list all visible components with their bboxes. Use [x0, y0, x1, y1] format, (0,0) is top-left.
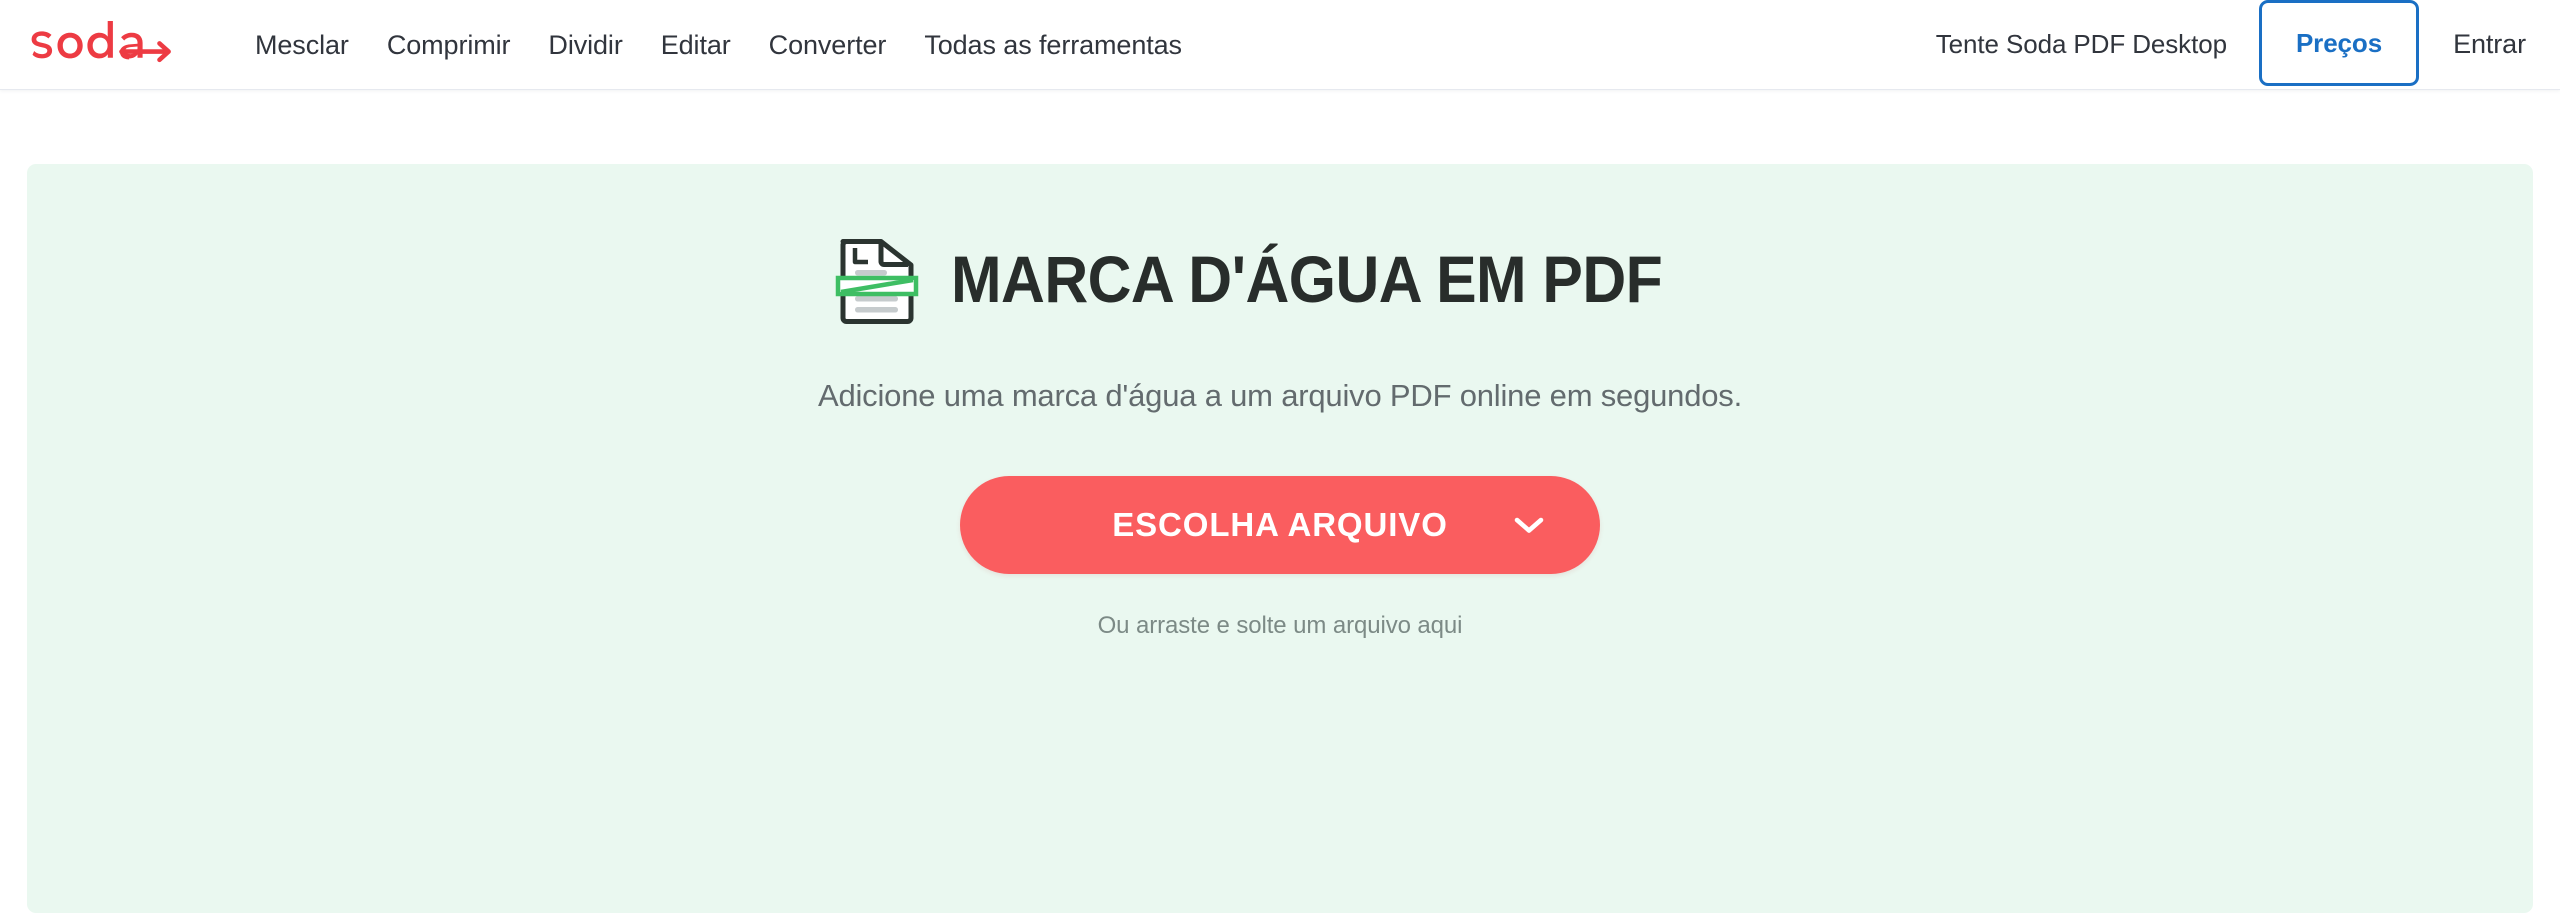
nav-item-mesclar[interactable]: Mesclar	[236, 0, 368, 90]
pdf-watermark-icon	[836, 239, 919, 324]
nav-item-todas-as-ferramentas[interactable]: Todas as ferramentas	[905, 0, 1201, 90]
site-header: Mesclar Comprimir Dividir Editar Convert…	[0, 0, 2560, 90]
nav-item-dividir[interactable]: Dividir	[529, 0, 641, 90]
nav-item-converter[interactable]: Converter	[750, 0, 906, 90]
chevron-down-icon[interactable]	[1514, 516, 1544, 534]
choose-file-button[interactable]: ESCOLHA ARQUIVO	[960, 476, 1600, 574]
pricing-button[interactable]: Preços	[2258, 0, 2420, 86]
hero-subtitle: Adicione uma marca d'água a um arquivo P…	[817, 378, 1743, 413]
signin-link[interactable]: Entrar	[2453, 29, 2532, 60]
nav-item-comprimir[interactable]: Comprimir	[368, 0, 530, 90]
soda-pdf-logo[interactable]	[26, 0, 178, 90]
header-actions: Tente Soda PDF Desktop Preços Entrar	[1936, 0, 2532, 86]
hero-title-row: MARCA D'ÁGUA EM PDF	[27, 232, 2533, 326]
try-desktop-link[interactable]: Tente Soda PDF Desktop	[1936, 29, 2227, 60]
page-title: MARCA D'ÁGUA EM PDF	[951, 242, 1663, 316]
page-body: MARCA D'ÁGUA EM PDF Adicione uma marca d…	[0, 90, 2560, 913]
drag-drop-hint: Ou arraste e solte um arquivo aqui	[1097, 612, 1463, 639]
primary-nav: Mesclar Comprimir Dividir Editar Convert…	[236, 0, 1201, 90]
hero-dropzone[interactable]: MARCA D'ÁGUA EM PDF Adicione uma marca d…	[27, 164, 2533, 913]
choose-file-label: ESCOLHA ARQUIVO	[1112, 506, 1448, 543]
soda-logo-icon	[31, 20, 171, 62]
nav-item-editar[interactable]: Editar	[642, 0, 750, 90]
